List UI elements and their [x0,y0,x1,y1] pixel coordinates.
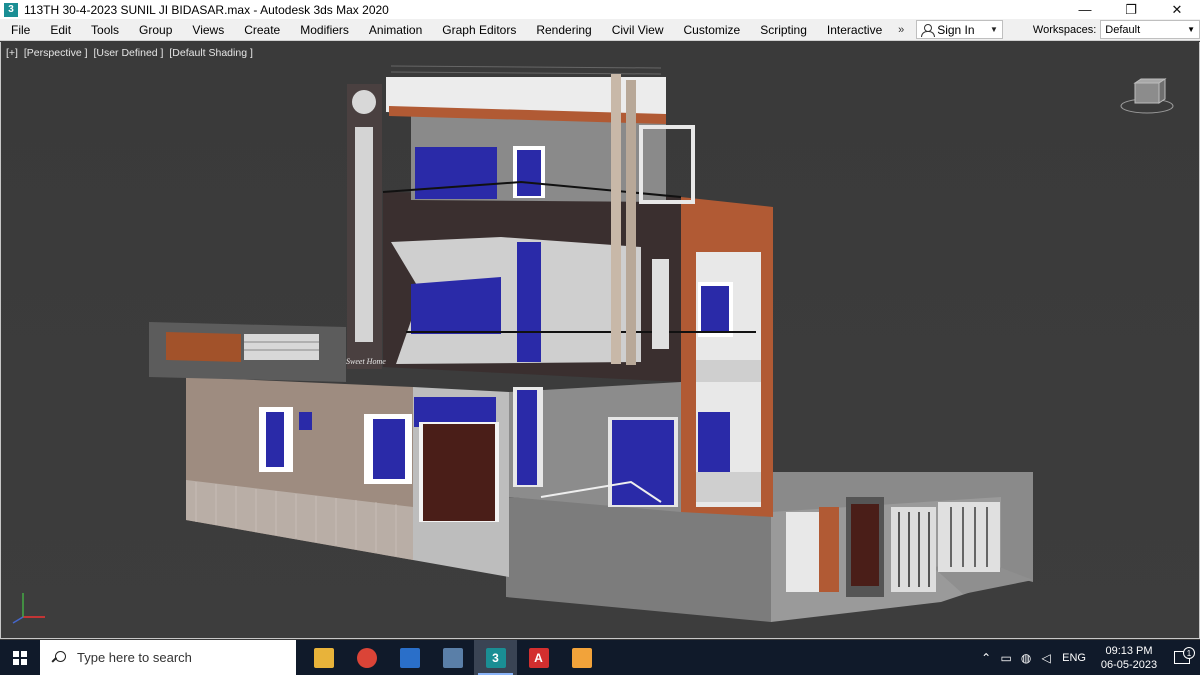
taskbar-3ds-max[interactable]: 3 [474,640,517,675]
menu-animation[interactable]: Animation [359,19,432,41]
menu-tools[interactable]: Tools [81,19,129,41]
clock-date: 06-05-2023 [1100,658,1158,671]
menu-graph-editors[interactable]: Graph Editors [432,19,526,41]
globe-icon[interactable]: ◍ [1016,651,1036,665]
front-boundary-wall [506,497,771,622]
jali-panel-right [652,259,669,349]
3ds-max-icon: 3 [4,2,18,17]
app-window: 3 113TH 30-4-2023 SUNIL JI BIDASAR.max -… [0,0,1200,675]
search-icon [52,650,66,665]
left-window-1-glass [266,412,284,467]
windows-logo-icon [13,650,27,665]
menu-file[interactable]: File [0,19,40,41]
autocad-icon: A [528,647,549,668]
gate-signboard [851,504,879,586]
chevron-up-icon[interactable]: ⌃ [976,651,996,665]
pillar-ornament [352,90,376,114]
building-model-render: Sweet Home [149,65,1033,622]
language-indicator[interactable]: ENG [1062,652,1086,664]
right-balcony-rail [696,360,761,382]
right-upper-window [701,286,729,333]
vertical-fin-1 [611,74,621,364]
close-button[interactable]: ✕ [1154,0,1200,19]
restore-button[interactable]: ❐ [1108,0,1154,19]
menu-rendering[interactable]: Rendering [526,19,601,41]
menu-edit[interactable]: Edit [40,19,81,41]
menu-overflow-button[interactable]: » [892,24,910,36]
minimize-button[interactable]: — [1062,0,1108,19]
first-floor-vertical-glass [517,242,541,362]
3ds-max-icon: 3 [485,647,506,668]
left-window-2-glass [373,419,405,479]
taskbar-paint-app[interactable] [560,640,603,675]
taskbar-file-explorer[interactable] [302,640,345,675]
chevron-down-icon: ▼ [1187,25,1195,34]
menu-civil-view[interactable]: Civil View [602,19,674,41]
perspective-viewport[interactable]: [+] [Perspective ] [User Defined ] [Defa… [0,42,1200,639]
windows-taskbar: Type here to search 3 A ⌃ ▭ ◍ ◁ ENG 09:1… [0,640,1200,675]
vertical-fin-2 [626,80,636,365]
title-bar: 3 113TH 30-4-2023 SUNIL JI BIDASAR.max -… [0,0,1200,19]
axis-gizmo-icon [12,593,45,624]
left-parapet-accent [166,332,241,362]
gate-accent [819,507,839,592]
clock-time: 09:13 PM [1105,644,1153,657]
sign-in-label: Sign In [937,22,975,37]
window-title: 113TH 30-4-2023 SUNIL JI BIDASAR.max - A… [24,2,389,17]
workspaces-label: Workspaces: [1032,23,1097,36]
signboard-text: Sweet Home [346,357,386,366]
right-lower-window [698,412,730,472]
system-tray: ⌃ ▭ ◍ ◁ ENG 09:13 PM 06-05-2023 1 [976,640,1200,675]
pinned-apps: 3 A [302,640,603,675]
side-gate [938,502,1000,572]
menu-customize[interactable]: Customize [674,19,751,41]
menu-create[interactable]: Create [234,19,290,41]
taskbar-photos[interactable] [388,640,431,675]
workspace-value: Default [1105,23,1141,36]
taskbar-chrome[interactable] [345,640,388,675]
taskbar-clock[interactable]: 09:13 PM 06-05-2023 [1094,644,1164,672]
menu-bar: File Edit Tools Group Views Create Modif… [0,19,1200,41]
sign-in-dropdown[interactable]: Sign In ▼ [916,20,1003,39]
menu-modifiers[interactable]: Modifiers [290,19,359,41]
taskbar-network-app[interactable] [431,640,474,675]
right-lower-rail [696,472,761,502]
chevron-down-icon: ▼ [989,25,998,34]
second-floor-door [517,150,541,196]
file-explorer-icon [313,647,334,668]
left-parapet-railing [244,334,319,360]
taskbar-autocad[interactable]: A [517,640,560,675]
search-placeholder: Type here to search [77,650,192,665]
notification-count: 1 [1183,647,1195,659]
chrome-icon [356,647,377,668]
menu-views[interactable]: Views [182,19,234,41]
user-icon [921,23,936,37]
ground-window-glass [612,420,674,505]
taskbar-search-box[interactable]: Type here to search [40,640,296,675]
workspace-select[interactable]: Default ▼ [1100,20,1200,39]
menu-scripting[interactable]: Scripting [750,19,817,41]
left-small-window [299,412,312,430]
jali-panel-left [355,127,373,342]
photos-icon [399,647,420,668]
start-button[interactable] [0,640,40,675]
action-center-button[interactable]: 1 [1164,647,1200,664]
network-app-icon [442,647,463,668]
entrance-door [423,424,495,521]
paint-app-icon [571,647,592,668]
first-floor-window [411,277,501,334]
viewcube-icon[interactable] [1119,75,1175,115]
meet-now-icon[interactable]: ▭ [996,651,1016,665]
ground-vertical-glass [517,390,537,485]
second-floor-window [415,147,497,199]
menu-group[interactable]: Group [129,19,182,41]
menu-interactive[interactable]: Interactive [817,19,892,41]
volume-icon[interactable]: ◁ [1036,651,1056,665]
